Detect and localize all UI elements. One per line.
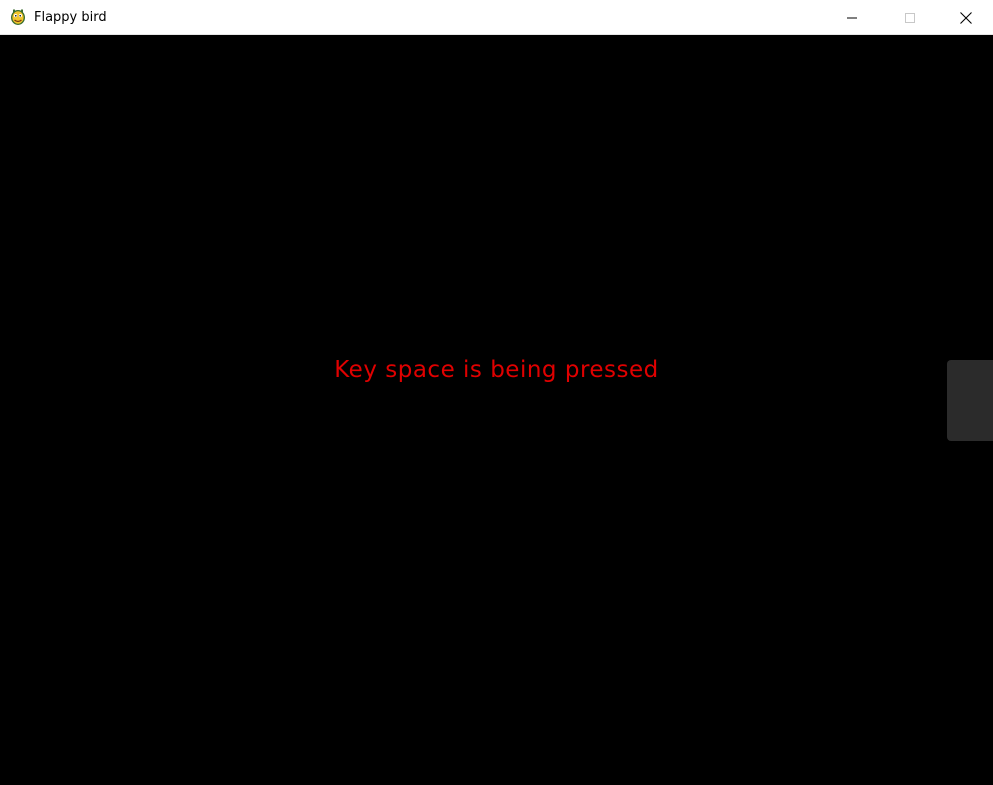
window-title: Flappy bird	[34, 10, 107, 25]
minimize-icon	[847, 17, 857, 18]
pygame-snake-icon	[11, 9, 25, 25]
close-button[interactable]	[939, 0, 993, 35]
game-canvas[interactable]	[0, 36, 993, 785]
app-window: Flappy bird Key space is being pressed	[0, 0, 993, 785]
maximize-icon	[905, 12, 915, 23]
side-panel-handle[interactable]	[947, 360, 993, 441]
minimize-button[interactable]	[823, 0, 881, 35]
close-icon	[960, 11, 972, 24]
title-bar[interactable]: Flappy bird	[0, 0, 993, 35]
maximize-button[interactable]	[881, 0, 939, 35]
key-status-message: Key space is being pressed	[334, 357, 659, 383]
